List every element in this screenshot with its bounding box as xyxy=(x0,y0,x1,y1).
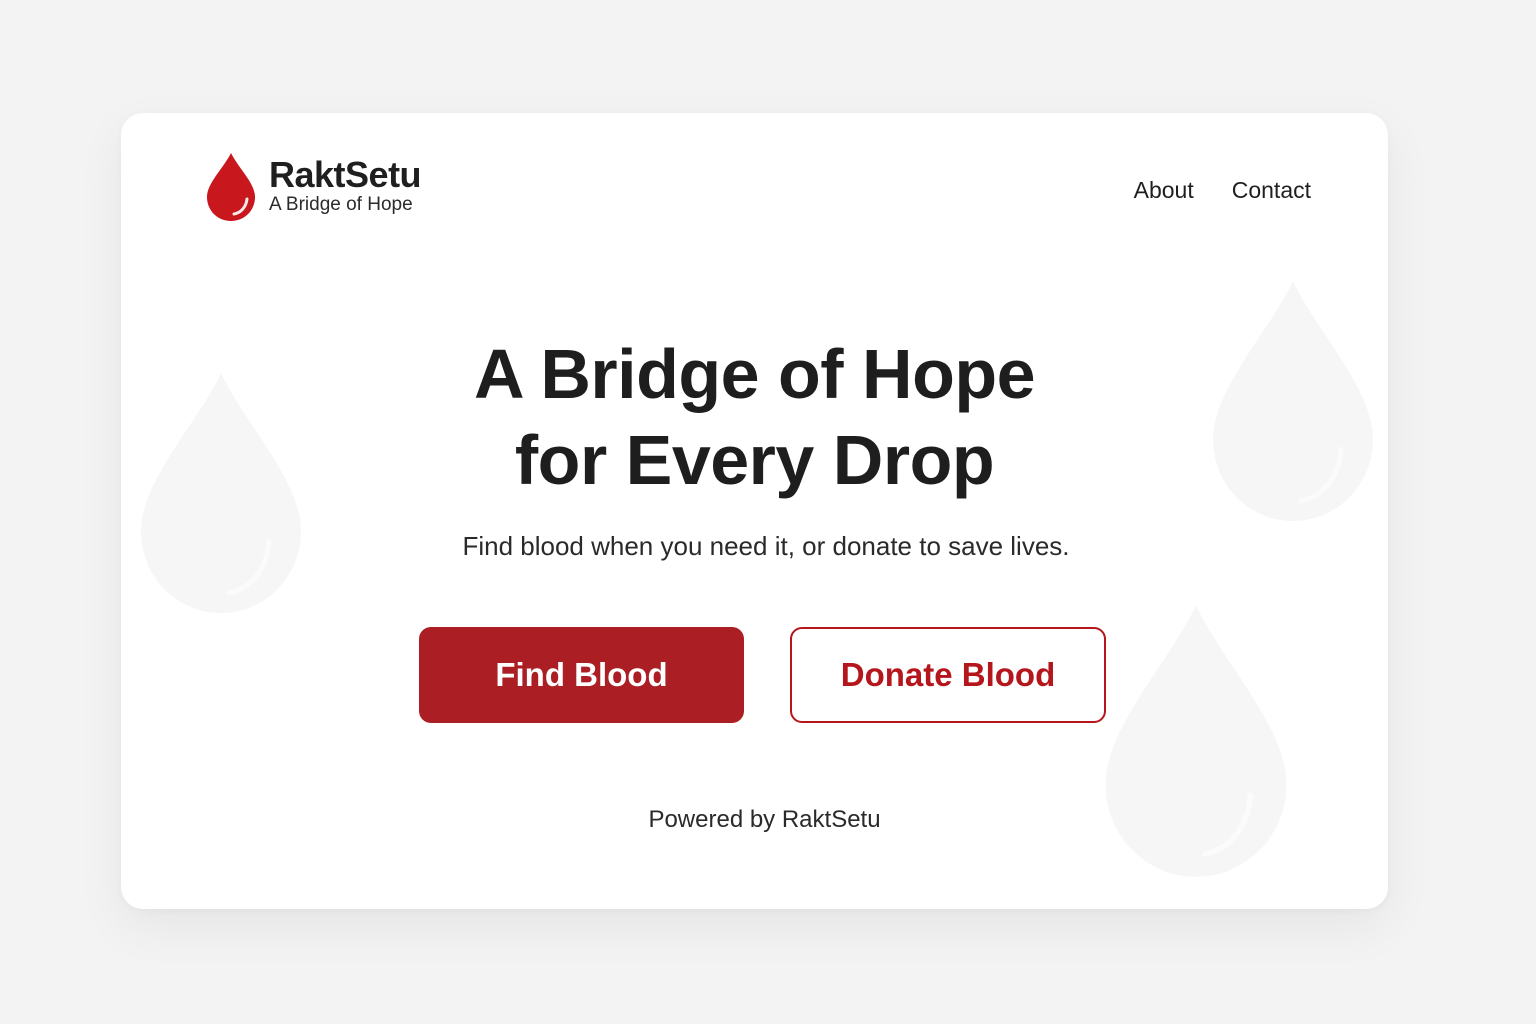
blood-drop-icon xyxy=(205,151,257,223)
find-blood-button-label: Find Blood xyxy=(495,656,668,693)
landing-card: RaktSetu A Bridge of Hope About Contact … xyxy=(121,113,1388,909)
brand-logo[interactable]: RaktSetu A Bridge of Hope xyxy=(205,151,422,223)
brand-name: RaktSetu xyxy=(269,153,422,195)
powered-by-footer: Powered by RaktSetu xyxy=(648,806,881,833)
nav-link-about[interactable]: About xyxy=(1134,177,1194,204)
donate-blood-button-label: Donate Blood xyxy=(840,656,1056,693)
hero-title-line-2: for Every Drop xyxy=(514,421,995,499)
brand-tagline: A Bridge of Hope xyxy=(269,193,413,215)
find-blood-button[interactable]: Find Blood xyxy=(419,627,744,723)
hero-title: A Bridge of Hope for Every Drop xyxy=(121,331,1388,503)
top-nav: About Contact xyxy=(1134,177,1311,204)
donate-blood-button[interactable]: Donate Blood xyxy=(790,627,1106,723)
background-drop-icon xyxy=(1103,603,1289,879)
nav-link-contact[interactable]: Contact xyxy=(1232,177,1311,204)
hero-subtitle: Find blood when you need it, or donate t… xyxy=(462,531,1070,561)
hero-title-line-1: A Bridge of Hope xyxy=(473,335,1036,413)
